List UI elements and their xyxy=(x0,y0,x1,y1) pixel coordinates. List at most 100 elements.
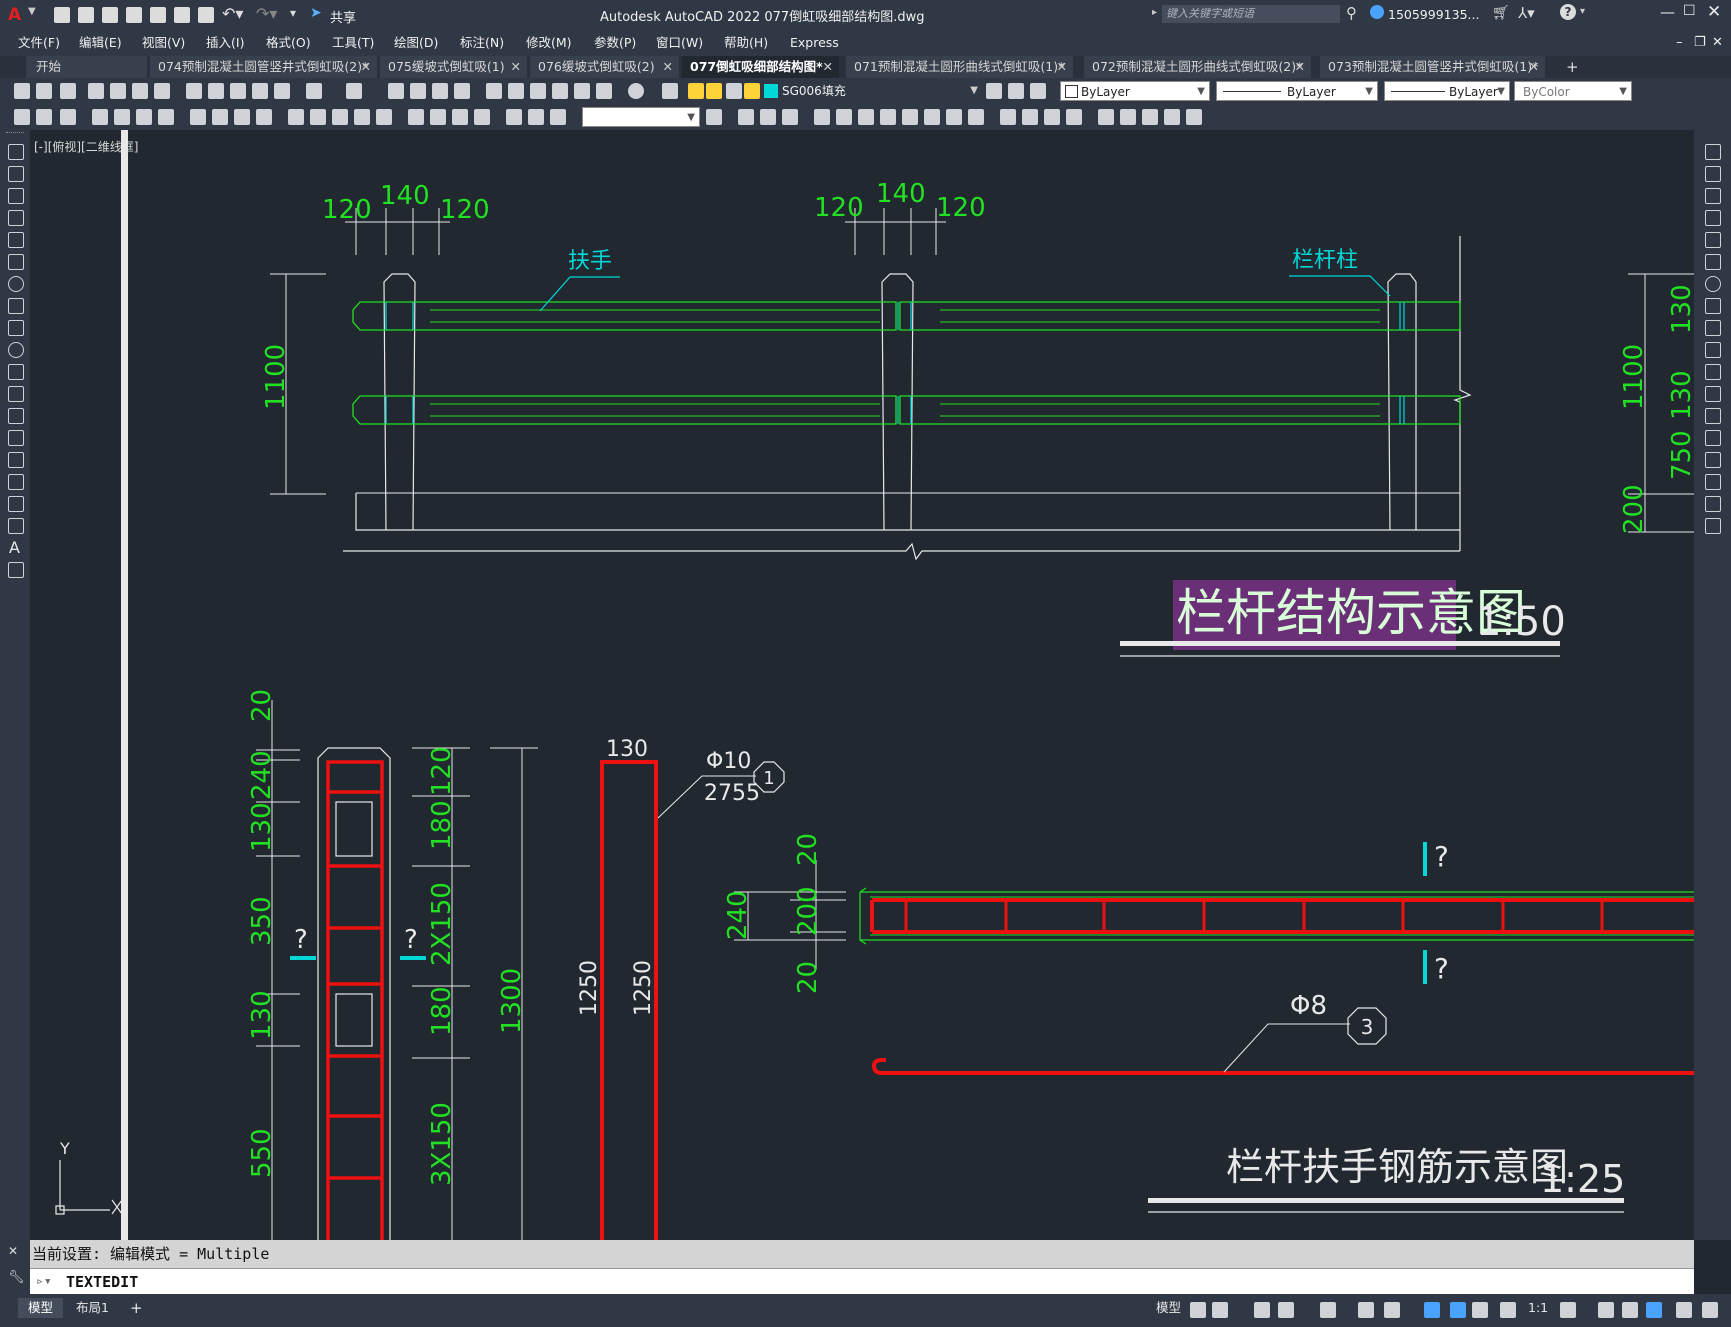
cart-icon[interactable]: 🛒︎ xyxy=(1492,5,1510,21)
layer-previous-icon[interactable] xyxy=(1008,83,1024,99)
move-icon[interactable] xyxy=(858,109,874,125)
maximize-icon[interactable]: ☐ xyxy=(1683,3,1696,19)
snap-icon[interactable] xyxy=(1212,1302,1228,1318)
aligned-dimension-icon[interactable] xyxy=(114,109,130,125)
add-selected-icon[interactable] xyxy=(8,562,24,578)
tab-077-active[interactable]: 077倒虹吸细部结构图* ✕ xyxy=(682,56,840,78)
object-snap-tracking-icon[interactable] xyxy=(1358,1302,1374,1318)
chamfer-icon[interactable] xyxy=(1044,109,1060,125)
dimension-text-edit-icon[interactable] xyxy=(528,109,544,125)
menu-file[interactable]: 文件(F) xyxy=(18,30,60,56)
save-icon[interactable] xyxy=(60,83,76,99)
markup-icon[interactable] xyxy=(574,83,590,99)
ordinate-dimension-icon[interactable] xyxy=(158,109,174,125)
text-front-icon[interactable] xyxy=(1186,109,1202,125)
plotstyle-dropdown[interactable]: ByColor ▼ xyxy=(1514,81,1632,101)
ellipse-icon[interactable] xyxy=(8,342,24,358)
close-command-icon[interactable]: ✕ xyxy=(8,1244,18,1258)
radius-dimension-icon[interactable] xyxy=(190,109,206,125)
layer-thaw-icon[interactable] xyxy=(706,83,722,99)
user-icon[interactable] xyxy=(1370,5,1384,19)
search-icon[interactable]: ⚲ xyxy=(1346,4,1357,22)
chamfer-side-icon[interactable] xyxy=(1705,452,1721,468)
autodesk-app-icon[interactable]: ⅄▾ xyxy=(1518,4,1535,22)
command-prompt-icon[interactable]: ▹▾ xyxy=(36,1269,52,1295)
plot-icon[interactable] xyxy=(198,7,214,23)
explode-side-icon[interactable] xyxy=(1705,518,1721,534)
revision-cloud-icon[interactable] xyxy=(8,298,24,314)
join-icon[interactable] xyxy=(1022,109,1038,125)
break-point-icon[interactable] xyxy=(1705,386,1721,402)
dimension-update-icon[interactable] xyxy=(550,109,566,125)
close-window-icon[interactable]: ✕ xyxy=(1707,2,1721,22)
line-icon[interactable] xyxy=(8,144,24,160)
close-tab-icon[interactable]: ✕ xyxy=(823,56,833,78)
block-editor-icon[interactable] xyxy=(274,83,290,99)
arc-icon[interactable] xyxy=(8,254,24,270)
bring-front-icon[interactable] xyxy=(1142,109,1158,125)
close-tab-icon[interactable]: ✕ xyxy=(511,56,521,78)
open-icon[interactable] xyxy=(36,83,52,99)
layer-dropdown[interactable]: SG006填充 ▼ xyxy=(762,81,982,101)
save-as-icon[interactable] xyxy=(126,7,142,23)
offset-side-icon[interactable] xyxy=(1705,210,1721,226)
make-block-icon[interactable] xyxy=(8,408,24,424)
scale-side-icon[interactable] xyxy=(1705,298,1721,314)
tab-layout1[interactable]: 布局1 xyxy=(66,1298,119,1318)
array-side-icon[interactable] xyxy=(1705,232,1721,248)
dimension-style-dropdown[interactable]: ▼ xyxy=(582,107,700,127)
workspace-save-icon[interactable] xyxy=(36,109,52,125)
inspection-icon[interactable] xyxy=(452,109,468,125)
grid-icon[interactable] xyxy=(1190,1302,1206,1318)
quickcalc-icon[interactable] xyxy=(596,83,612,99)
help-chevron-icon[interactable]: ▾ xyxy=(1580,6,1585,17)
menu-tools[interactable]: 工具(T) xyxy=(332,30,374,56)
close-tab-icon[interactable]: ✕ xyxy=(1295,56,1305,78)
jogged-linear-icon[interactable] xyxy=(474,109,490,125)
help-tool-icon[interactable] xyxy=(628,83,644,99)
trim-icon[interactable] xyxy=(946,109,962,125)
clean-screen-icon[interactable] xyxy=(1676,1302,1692,1318)
save-icon[interactable] xyxy=(102,7,118,23)
fillet-icon[interactable] xyxy=(1066,109,1082,125)
menu-help[interactable]: 帮助(H) xyxy=(724,30,768,56)
layer-properties-icon[interactable] xyxy=(662,83,678,99)
menu-dimension[interactable]: 标注(N) xyxy=(460,30,504,56)
fillet-side-icon[interactable] xyxy=(1705,474,1721,490)
sheet-set-icon[interactable] xyxy=(552,83,568,99)
copy-icon[interactable] xyxy=(208,83,224,99)
workspace-icon[interactable] xyxy=(14,109,30,125)
offset-icon[interactable] xyxy=(814,109,830,125)
doc-minimize-icon[interactable]: – xyxy=(1676,30,1683,56)
customize-status-icon[interactable] xyxy=(1702,1302,1718,1318)
zoom-window-icon[interactable] xyxy=(432,83,448,99)
3d-dwf-icon[interactable] xyxy=(154,83,170,99)
command-line[interactable]: ▹▾ TEXTEDIT xyxy=(30,1268,1694,1294)
new-tab-icon[interactable]: + xyxy=(1566,56,1579,78)
auto-scale-icon[interactable] xyxy=(1500,1302,1516,1318)
isodraft-icon[interactable] xyxy=(1320,1302,1336,1318)
tab-073[interactable]: 073预制混凝土圆管竖井式倒虹吸(1)* ✕ xyxy=(1320,56,1546,78)
minimize-icon[interactable]: — xyxy=(1660,3,1675,21)
baseline-dimension-icon[interactable] xyxy=(310,109,326,125)
pan-icon[interactable] xyxy=(388,83,404,99)
move-side-icon[interactable] xyxy=(1705,254,1721,270)
ellipse-arc-icon[interactable] xyxy=(8,364,24,380)
layer-unlock-icon[interactable] xyxy=(744,83,760,99)
annotation-monitor-icon[interactable] xyxy=(1598,1302,1614,1318)
tab-074[interactable]: 074预制混凝土圆管竖井式倒虹吸(2)* ✕ xyxy=(150,56,378,78)
explode-icon[interactable] xyxy=(1098,109,1114,125)
menu-window[interactable]: 窗口(W) xyxy=(656,30,703,56)
linetype-dropdown[interactable]: ByLayer ▼ xyxy=(1216,81,1378,101)
isolate-objects-icon[interactable] xyxy=(1646,1302,1662,1318)
stretch-icon[interactable] xyxy=(924,109,940,125)
close-tab-icon[interactable]: ✕ xyxy=(663,56,673,78)
save-web-icon[interactable] xyxy=(174,7,190,23)
menu-parametric[interactable]: 参数(P) xyxy=(594,30,636,56)
close-tab-icon[interactable]: ✕ xyxy=(1529,56,1539,78)
menu-modify[interactable]: 修改(M) xyxy=(526,30,572,56)
color-dropdown[interactable]: ByLayer ▼ xyxy=(1060,81,1210,101)
dimension-break-icon[interactable] xyxy=(376,109,392,125)
tool-palettes-icon[interactable] xyxy=(530,83,546,99)
customize-command-icon[interactable]: 🔧︎ xyxy=(8,1270,25,1285)
